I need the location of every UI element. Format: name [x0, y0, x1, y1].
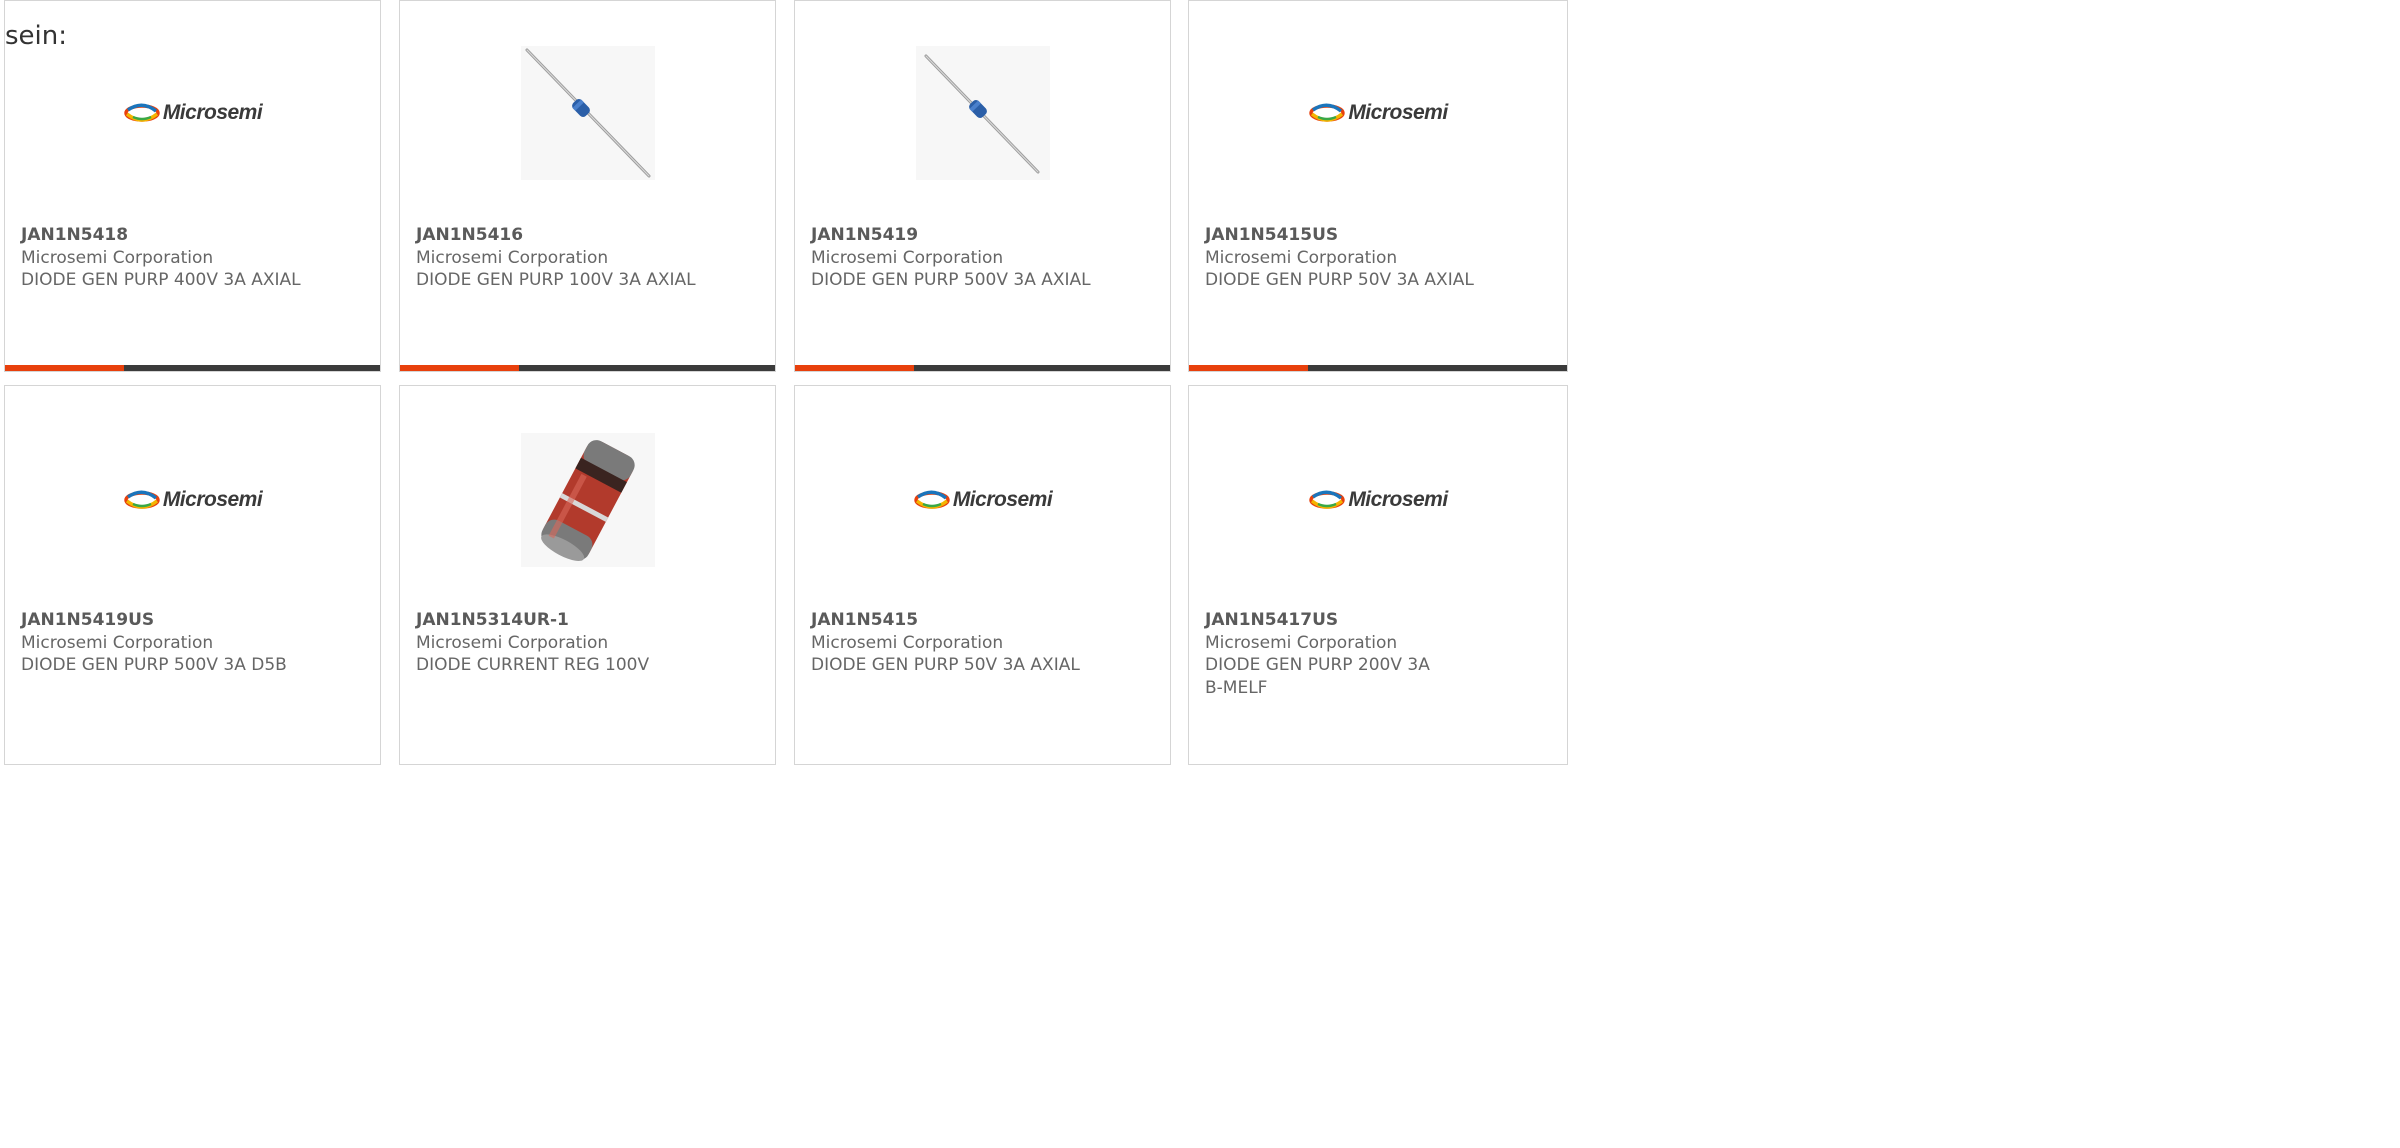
description: DIODE GEN PURP 50V 3A AXIAL	[1205, 270, 1474, 290]
microsemi-logo: Microsemi	[1308, 488, 1448, 512]
microsemi-swirl-icon	[124, 490, 160, 509]
part-number[interactable]: JAN1N5417US	[1205, 609, 1447, 632]
description: DIODE GEN PURP 50V 3A AXIAL	[811, 655, 1080, 675]
product-card[interactable]: JAN1N5419 Microsemi Corporation DIODE GE…	[794, 0, 1171, 372]
product-grid: Microsemi JAN1N5418 Microsemi Corporatio…	[4, 0, 1568, 765]
microsemi-swirl-icon	[914, 490, 950, 509]
part-number[interactable]: JAN1N5314UR-1	[416, 609, 715, 632]
product-image[interactable]: Microsemi	[5, 432, 380, 568]
product-image[interactable]: Microsemi	[5, 45, 380, 181]
accent-bar	[795, 365, 914, 371]
card-footer-bar	[795, 365, 1170, 371]
part-number[interactable]: JAN1N5415US	[1205, 224, 1507, 247]
product-image[interactable]	[400, 45, 775, 181]
logo-text: Microsemi	[952, 488, 1053, 511]
product-card[interactable]: Microsemi JAN1N5417US Microsemi Corporat…	[1188, 385, 1568, 765]
product-info: JAN1N5415 Microsemi Corporation DIODE GE…	[811, 609, 1110, 677]
manufacturer: Microsemi Corporation	[1205, 247, 1398, 268]
microsemi-logo: Microsemi	[123, 101, 263, 125]
logo-text: Microsemi	[1348, 488, 1448, 511]
card-footer-bar	[400, 365, 775, 371]
description: DIODE GEN PURP 500V 3A D5B	[21, 655, 287, 675]
axial-diode-photo	[520, 46, 655, 180]
part-number[interactable]: JAN1N5416	[416, 224, 715, 247]
product-card[interactable]: Microsemi JAN1N5415US Microsemi Corporat…	[1188, 0, 1568, 372]
product-info: JAN1N5418 Microsemi Corporation DIODE GE…	[21, 224, 320, 292]
product-info: JAN1N5416 Microsemi Corporation DIODE GE…	[416, 224, 715, 292]
microsemi-logo: Microsemi	[913, 488, 1053, 512]
product-image[interactable]: Microsemi	[1189, 45, 1567, 181]
manufacturer: Microsemi Corporation	[416, 247, 609, 268]
product-card[interactable]: JAN1N5416 Microsemi Corporation DIODE GE…	[399, 0, 776, 372]
description: DIODE GEN PURP 200V 3A B-MELF	[1205, 655, 1430, 698]
part-number[interactable]: JAN1N5419US	[21, 609, 320, 632]
product-info: JAN1N5415US Microsemi Corporation DIODE …	[1205, 224, 1507, 292]
manufacturer: Microsemi Corporation	[21, 247, 214, 268]
part-number[interactable]: JAN1N5418	[21, 224, 320, 247]
intro-text: sein:	[5, 21, 68, 51]
product-image[interactable]: Microsemi	[1189, 432, 1567, 568]
page: sein: Microsemi JAN1N5418 Microsemi Corp…	[0, 0, 1568, 765]
microsemi-logo: Microsemi	[123, 488, 263, 512]
card-footer-bar	[1189, 365, 1567, 371]
product-card[interactable]: JAN1N5314UR-1 Microsemi Corporation DIOD…	[399, 385, 776, 765]
product-card[interactable]: Microsemi JAN1N5415 Microsemi Corporatio…	[794, 385, 1171, 765]
product-info: JAN1N5314UR-1 Microsemi Corporation DIOD…	[416, 609, 715, 677]
part-number[interactable]: JAN1N5419	[811, 224, 1110, 247]
product-image[interactable]: Microsemi	[795, 432, 1170, 568]
axial-diode-photo	[915, 46, 1050, 180]
description: DIODE CURRENT REG 100V	[416, 655, 650, 675]
product-image[interactable]	[400, 432, 775, 568]
product-info: JAN1N5419US Microsemi Corporation DIODE …	[21, 609, 320, 677]
card-footer-bar	[5, 365, 380, 371]
product-card[interactable]: Microsemi JAN1N5418 Microsemi Corporatio…	[4, 0, 381, 372]
accent-bar	[1189, 365, 1308, 371]
microsemi-swirl-icon	[1309, 103, 1346, 122]
description: DIODE GEN PURP 100V 3A AXIAL	[416, 270, 696, 290]
melf-diode-photo	[520, 433, 655, 567]
manufacturer: Microsemi Corporation	[1205, 632, 1398, 653]
product-image[interactable]	[795, 45, 1170, 181]
microsemi-swirl-icon	[1309, 490, 1346, 509]
product-card[interactable]: Microsemi JAN1N5419US Microsemi Corporat…	[4, 385, 381, 765]
part-number[interactable]: JAN1N5415	[811, 609, 1110, 632]
description: DIODE GEN PURP 500V 3A AXIAL	[811, 270, 1091, 290]
manufacturer: Microsemi Corporation	[811, 247, 1004, 268]
logo-text: Microsemi	[1348, 101, 1448, 124]
product-info: JAN1N5417US Microsemi Corporation DIODE …	[1205, 609, 1447, 699]
accent-bar	[5, 365, 124, 371]
manufacturer: Microsemi Corporation	[416, 632, 609, 653]
description: DIODE GEN PURP 400V 3A AXIAL	[21, 270, 301, 290]
logo-text: Microsemi	[162, 101, 263, 124]
accent-bar	[400, 365, 519, 371]
manufacturer: Microsemi Corporation	[811, 632, 1004, 653]
manufacturer: Microsemi Corporation	[21, 632, 214, 653]
microsemi-logo: Microsemi	[1308, 101, 1448, 125]
microsemi-swirl-icon	[124, 103, 160, 122]
product-info: JAN1N5419 Microsemi Corporation DIODE GE…	[811, 224, 1110, 292]
logo-text: Microsemi	[162, 488, 263, 511]
